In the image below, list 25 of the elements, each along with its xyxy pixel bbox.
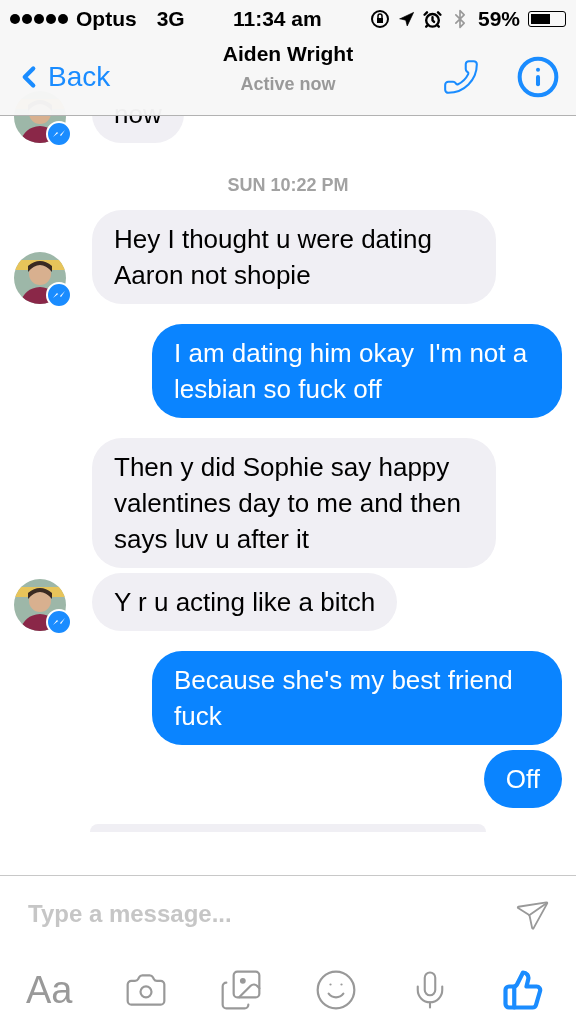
text-format-button[interactable]: Aa bbox=[26, 968, 73, 1012]
timestamp: SUN 10:22 PM bbox=[227, 175, 349, 195]
like-button[interactable] bbox=[501, 969, 544, 1011]
sent-message: Off bbox=[483, 750, 562, 808]
location-icon bbox=[397, 10, 415, 28]
active-status: Active now bbox=[240, 74, 336, 95]
network-type: 3G bbox=[156, 7, 185, 31]
received-message: Then y did Sophie say happy valentines day to me and then says luv u after it bbox=[92, 438, 496, 568]
messenger-badge-icon bbox=[46, 282, 72, 308]
sent-message: Because she's my best friend fuck bbox=[152, 651, 562, 745]
messenger-badge-icon bbox=[46, 121, 72, 147]
received-message: Y r u acting like a bitch bbox=[92, 573, 398, 631]
contact-name: Aiden Wright bbox=[222, 42, 354, 66]
battery-percent: 59% bbox=[477, 7, 520, 31]
rotation-lock-icon bbox=[369, 9, 390, 29]
battery-icon bbox=[528, 11, 566, 27]
signal-icon bbox=[10, 14, 68, 24]
clock: 11:34 am bbox=[232, 7, 322, 31]
messenger-badge-icon bbox=[46, 609, 72, 635]
info-button[interactable] bbox=[516, 54, 560, 99]
phone-call-button[interactable] bbox=[442, 57, 480, 96]
carrier: Optus bbox=[76, 7, 137, 31]
alarm-icon bbox=[422, 9, 442, 29]
sent-message: I am dating him okay I'm not a lesbian so fuck off bbox=[152, 324, 562, 418]
received-message: Hey I thought u were dating Aaron not shopie bbox=[92, 210, 496, 304]
